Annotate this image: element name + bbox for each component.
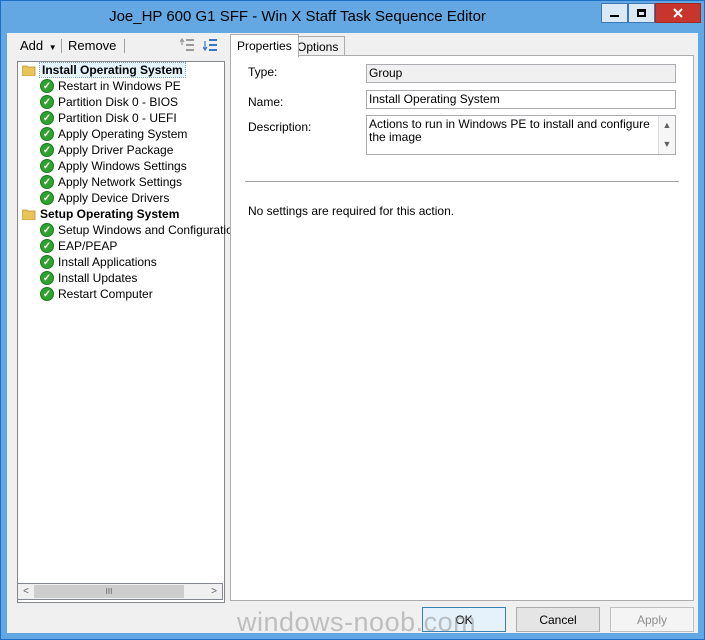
add-menu-button[interactable]: Add ▼ — [20, 38, 57, 53]
checkmark-icon: ✓ — [40, 287, 54, 301]
scroll-thumb[interactable]: III — [34, 585, 184, 598]
chevron-up-icon[interactable]: ▲ — [659, 116, 675, 134]
tree-item-label: Apply Driver Package — [58, 143, 174, 157]
type-label: Type: — [248, 65, 278, 79]
tree-item[interactable]: ✓ Partition Disk 0 - UEFI — [40, 110, 177, 126]
tree-group-label: Setup Operating System — [40, 207, 180, 221]
toolbar-separator — [61, 39, 62, 53]
folder-icon — [22, 65, 36, 76]
section-divider — [245, 181, 679, 183]
description-field[interactable]: Actions to run in Windows PE to install … — [366, 115, 676, 155]
remove-button[interactable]: Remove — [68, 38, 116, 53]
client-area: Add ▼ Remove Install Operating System ✓ … — [7, 33, 698, 633]
apply-button[interactable]: Apply — [610, 607, 694, 632]
tab-label: Options — [297, 39, 339, 54]
cancel-button[interactable]: Cancel — [516, 607, 600, 632]
move-up-icon[interactable] — [180, 37, 196, 53]
tab-properties[interactable]: Properties — [230, 34, 299, 57]
no-settings-text: No settings are required for this action… — [248, 204, 455, 218]
tree-item-label: Partition Disk 0 - BIOS — [58, 95, 179, 109]
tree-item[interactable]: ✓ Restart in Windows PE — [40, 78, 181, 94]
tree-group-setup-os[interactable]: Setup Operating System — [22, 206, 179, 222]
tree-item[interactable]: ✓ Apply Operating System — [40, 126, 187, 142]
checkmark-icon: ✓ — [40, 111, 54, 125]
checkmark-icon: ✓ — [40, 239, 54, 253]
checkmark-icon: ✓ — [40, 95, 54, 109]
scroll-right-button[interactable]: > — [206, 584, 222, 599]
checkmark-icon: ✓ — [40, 175, 54, 189]
description-scrollbar[interactable]: ▲ ▼ — [658, 116, 675, 154]
tree-item[interactable]: ✓ Apply Driver Package — [40, 142, 173, 158]
tab-label: Properties — [237, 39, 292, 53]
tree-item-label: Restart Computer — [58, 287, 153, 301]
tree-item[interactable]: ✓ Install Updates — [40, 270, 137, 286]
minimize-icon — [610, 15, 619, 17]
checkmark-icon: ✓ — [40, 191, 54, 205]
tree-item-label: Install Updates — [58, 271, 138, 285]
tree-item[interactable]: ✓ Setup Windows and Configuration — [40, 222, 239, 238]
checkmark-icon: ✓ — [40, 255, 54, 269]
tree-item-label: Partition Disk 0 - UEFI — [58, 111, 177, 125]
checkmark-icon: ✓ — [40, 271, 54, 285]
tree-item[interactable]: ✓ Install Applications — [40, 254, 157, 270]
chevron-right-icon: > — [211, 586, 217, 597]
chevron-left-icon: < — [23, 586, 29, 597]
task-sequence-tree[interactable]: Install Operating System ✓ Restart in Win… — [17, 61, 239, 603]
type-field: Group — [366, 64, 676, 83]
dropdown-arrow-icon: ▼ — [48, 43, 57, 52]
checkmark-icon: ✓ — [40, 143, 54, 157]
description-label: Description: — [248, 120, 312, 134]
tree-item-label: Apply Windows Settings — [58, 159, 187, 173]
tree-toolbar: Add ▼ Remove — [7, 33, 227, 57]
properties-panel: Type: Group Name: Install Operating Syst… — [230, 55, 694, 601]
tree-item-label: Restart in Windows PE — [58, 79, 181, 93]
close-button[interactable] — [655, 3, 701, 23]
chevron-down-icon[interactable]: ▼ — [659, 135, 675, 153]
tree-item-label: Install Applications — [58, 255, 157, 269]
tree-item-label: Setup Windows and Configuration — [58, 223, 240, 237]
maximize-icon — [637, 9, 646, 17]
maximize-button[interactable] — [628, 3, 655, 23]
minimize-button[interactable] — [601, 3, 628, 23]
checkmark-icon: ✓ — [40, 223, 54, 237]
tree-item-label: Apply Operating System — [58, 127, 188, 141]
move-down-icon[interactable] — [203, 37, 219, 53]
description-text: Actions to run in Windows PE to install … — [369, 117, 650, 144]
grip-icon: III — [105, 587, 113, 596]
title-bar[interactable]: Joe_HP 600 G1 SFF - Win X Staff Task Seq… — [1, 1, 704, 33]
tree-group-install-os[interactable]: Install Operating System — [22, 62, 186, 78]
tree-item[interactable]: ✓ Apply Device Drivers — [40, 190, 169, 206]
checkmark-icon: ✓ — [40, 79, 54, 93]
folder-icon — [22, 209, 36, 220]
tree-item[interactable]: ✓ Apply Windows Settings — [40, 158, 187, 174]
tree-horizontal-scrollbar[interactable]: < III > — [17, 583, 223, 600]
editor-window: Joe_HP 600 G1 SFF - Win X Staff Task Seq… — [0, 0, 705, 640]
add-label: Add — [20, 38, 44, 53]
scroll-left-button[interactable]: < — [18, 584, 34, 599]
checkmark-icon: ✓ — [40, 127, 54, 141]
tree-item-label: Apply Network Settings — [58, 175, 183, 189]
watermark-text: windows-noob.com — [237, 607, 477, 637]
tree-item[interactable]: ✓ Apply Network Settings — [40, 174, 182, 190]
tree-item[interactable]: ✓ Partition Disk 0 - BIOS — [40, 94, 178, 110]
name-field[interactable]: Install Operating System — [366, 90, 676, 109]
tree-group-label: Install Operating System — [39, 62, 186, 78]
checkmark-icon: ✓ — [40, 159, 54, 173]
tree-item-label: EAP/PEAP — [58, 239, 118, 253]
toolbar-separator — [124, 39, 125, 53]
tree-item[interactable]: ✓ Restart Computer — [40, 286, 153, 302]
close-icon — [673, 8, 683, 18]
tree-item[interactable]: ✓ EAP/PEAP — [40, 238, 117, 254]
window-title: Joe_HP 600 G1 SFF - Win X Staff Task Seq… — [109, 8, 486, 25]
tree-item-label: Apply Device Drivers — [58, 191, 170, 205]
name-label: Name: — [248, 95, 284, 109]
